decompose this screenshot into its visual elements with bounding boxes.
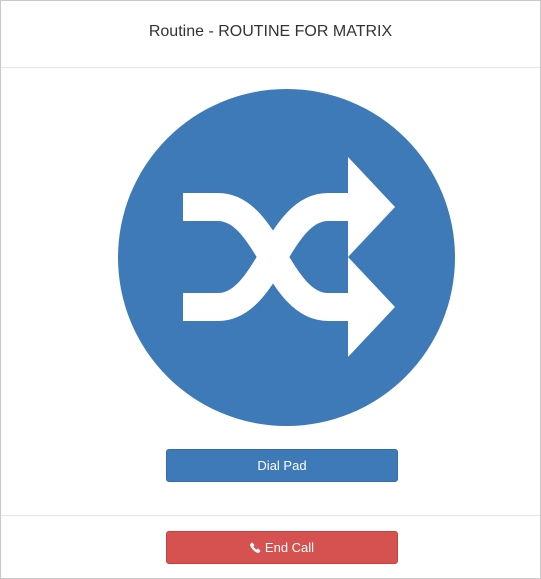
call-dialog: Routine - ROUTINE FOR MATRIX Dial Pad En… [0,0,541,579]
end-call-button[interactable]: End Call [166,531,398,564]
dialog-title: Routine - ROUTINE FOR MATRIX [148,23,393,40]
end-call-label: End Call [264,540,315,555]
shuffle-icon [118,89,455,426]
dial-pad-button[interactable]: Dial Pad [166,449,398,482]
footer-divider [1,515,540,516]
dialog-header: Routine - ROUTINE FOR MATRIX [1,1,540,68]
phone-icon [249,542,261,553]
